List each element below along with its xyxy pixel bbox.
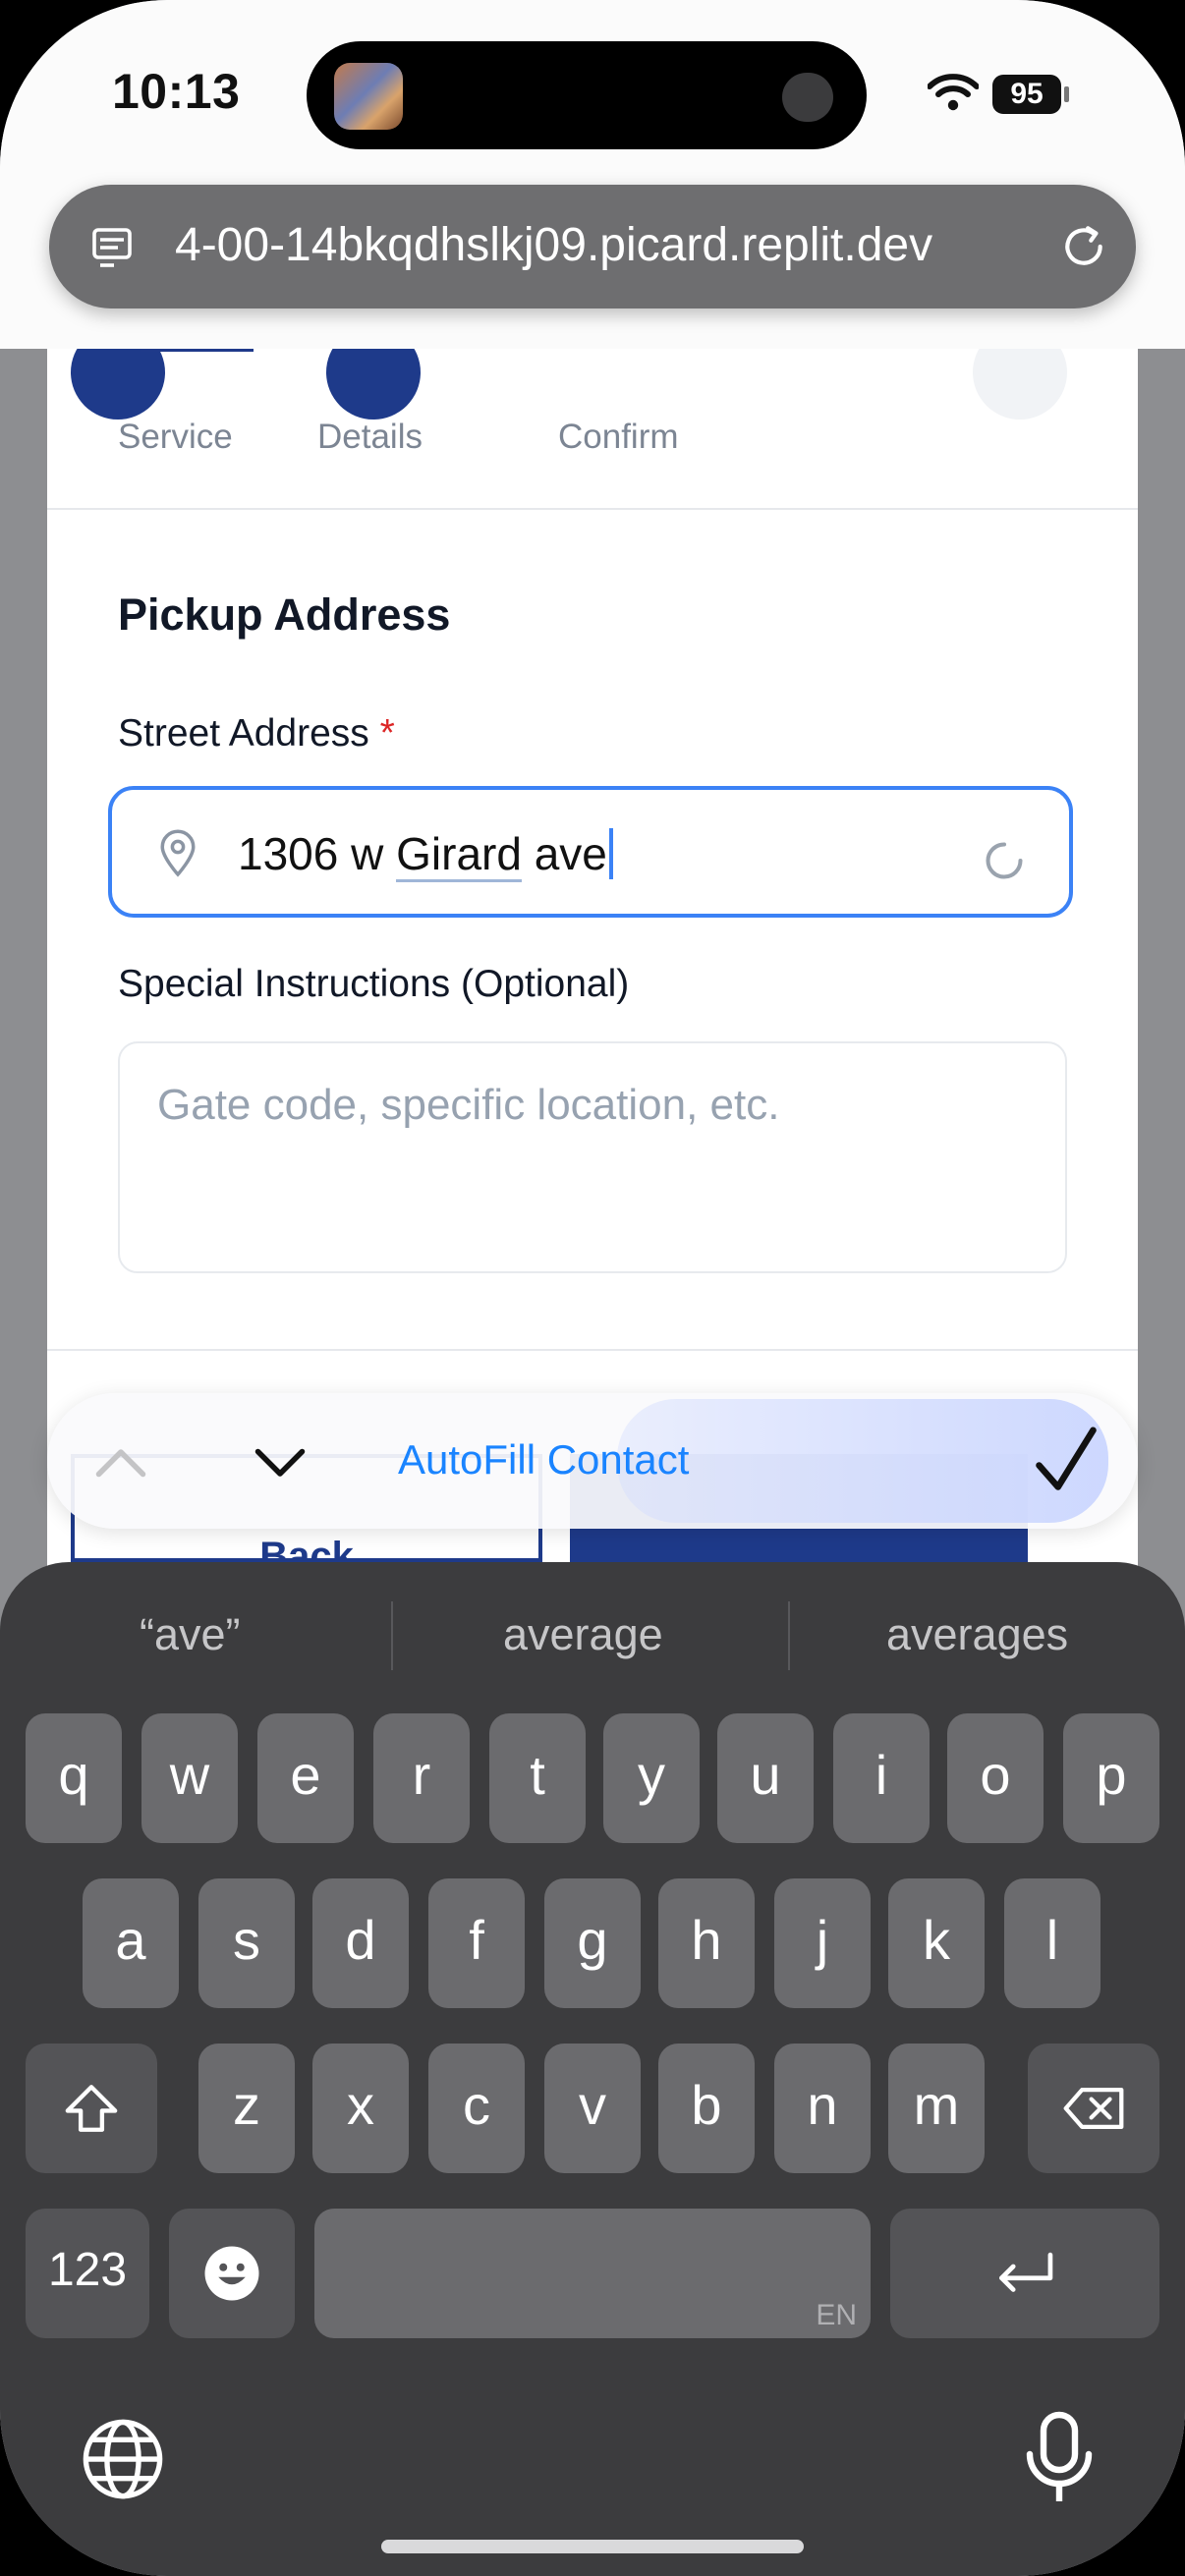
street-address-input[interactable]: 1306 w Girard ave xyxy=(108,786,1073,918)
key-e[interactable]: e xyxy=(257,1713,354,1843)
key-n[interactable]: n xyxy=(774,2044,871,2173)
key-b[interactable]: b xyxy=(658,2044,755,2173)
backspace-icon xyxy=(1063,2088,1124,2129)
numbers-key[interactable]: 123 xyxy=(26,2209,149,2338)
section-title: Pickup Address xyxy=(118,589,451,640)
status-time: 10:13 xyxy=(112,64,241,119)
previous-field-chevron-up-icon[interactable] xyxy=(90,1432,151,1491)
key-c[interactable]: c xyxy=(428,2044,525,2173)
required-mark: * xyxy=(379,712,395,755)
app-thumbnail-icon xyxy=(334,63,403,130)
key-i[interactable]: i xyxy=(833,1713,930,1843)
key-q[interactable]: q xyxy=(26,1713,122,1843)
suggestion-1[interactable]: “ave” xyxy=(140,1609,241,1660)
battery-tip xyxy=(1064,86,1069,102)
autofill-accessory-bar: AutoFill Contact xyxy=(47,1393,1138,1529)
shift-arrow-icon xyxy=(65,2085,118,2132)
suggestion-divider xyxy=(788,1601,790,1670)
battery-indicator: 95 xyxy=(992,75,1061,114)
browser-chrome: 10:13 95 4-00-14bkqdhslkj09.picard.repli… xyxy=(0,0,1185,349)
key-p[interactable]: p xyxy=(1063,1713,1159,1843)
key-g[interactable]: g xyxy=(544,1878,641,2008)
key-k[interactable]: k xyxy=(888,1878,985,2008)
stepper-divider xyxy=(47,508,1138,510)
key-w[interactable]: w xyxy=(141,1713,238,1843)
step-label-details: Details xyxy=(317,418,423,456)
autofill-contact-button[interactable]: AutoFill Contact xyxy=(398,1436,689,1484)
reload-icon[interactable] xyxy=(1059,222,1108,271)
space-key[interactable]: EN xyxy=(314,2209,871,2338)
return-key[interactable] xyxy=(890,2209,1159,2338)
delete-key[interactable] xyxy=(1028,2044,1159,2173)
key-d[interactable]: d xyxy=(312,1878,409,2008)
url-text: 4-00-14bkqdhslkj09.picard.replit.dev xyxy=(175,219,933,271)
key-y[interactable]: y xyxy=(603,1713,700,1843)
key-t[interactable]: t xyxy=(489,1713,586,1843)
key-x[interactable]: x xyxy=(312,2044,409,2173)
emoji-key[interactable] xyxy=(169,2209,295,2338)
footer-divider xyxy=(47,1349,1138,1351)
step-label-confirm: Confirm xyxy=(558,418,679,456)
key-z[interactable]: z xyxy=(198,2044,295,2173)
step-label-service: Service xyxy=(118,418,233,456)
text-caret xyxy=(608,828,613,879)
special-instructions-textarea[interactable]: Gate code, specific location, etc. xyxy=(118,1041,1067,1273)
key-f[interactable]: f xyxy=(428,1878,525,2008)
done-checkmark-icon[interactable] xyxy=(1034,1425,1099,1495)
microphone-icon[interactable] xyxy=(1020,2411,1099,2505)
return-arrow-icon xyxy=(999,2252,1053,2292)
next-field-chevron-down-icon[interactable] xyxy=(250,1434,310,1493)
key-o[interactable]: o xyxy=(947,1713,1044,1843)
home-indicator xyxy=(381,2540,804,2553)
suggestion-3[interactable]: averages xyxy=(886,1609,1068,1660)
key-l[interactable]: l xyxy=(1004,1878,1100,2008)
key-u[interactable]: u xyxy=(717,1713,814,1843)
special-instructions-label: Special Instructions (Optional) xyxy=(118,963,630,1005)
emoji-smiley-icon xyxy=(204,2246,259,2301)
shift-key[interactable] xyxy=(26,2044,157,2173)
suggestion-2[interactable]: average xyxy=(503,1609,663,1660)
key-s[interactable]: s xyxy=(198,1878,295,2008)
location-pin-icon xyxy=(160,829,196,877)
camera-icon xyxy=(782,73,833,122)
dynamic-island xyxy=(307,41,867,149)
wifi-icon xyxy=(928,74,979,111)
special-instructions-placeholder: Gate code, specific location, etc. xyxy=(157,1081,780,1129)
globe-icon[interactable] xyxy=(81,2417,165,2501)
key-j[interactable]: j xyxy=(774,1878,871,2008)
booking-card: Service Details Confirm Pickup Address S… xyxy=(47,325,1138,1567)
key-v[interactable]: v xyxy=(544,2044,641,2173)
phone-screen: Service Details Confirm Pickup Address S… xyxy=(0,0,1185,2576)
keyboard-language-label: EN xyxy=(816,2299,857,2331)
key-r[interactable]: r xyxy=(373,1713,470,1843)
page-menu-icon[interactable] xyxy=(90,224,138,271)
street-address-label: Street Address * xyxy=(118,712,395,755)
suggestion-divider xyxy=(391,1601,393,1670)
key-a[interactable]: a xyxy=(83,1878,179,2008)
loading-spinner-icon xyxy=(986,842,1023,879)
spellcheck-word: Girard xyxy=(396,828,522,882)
step-connector xyxy=(141,349,254,352)
street-address-value: 1306 w Girard ave xyxy=(238,827,613,882)
key-m[interactable]: m xyxy=(888,2044,985,2173)
url-bar[interactable]: 4-00-14bkqdhslkj09.picard.replit.dev xyxy=(49,185,1136,308)
key-h[interactable]: h xyxy=(658,1878,755,2008)
keyboard: “ave” average averages q w e r t y u i o… xyxy=(0,1562,1185,2576)
